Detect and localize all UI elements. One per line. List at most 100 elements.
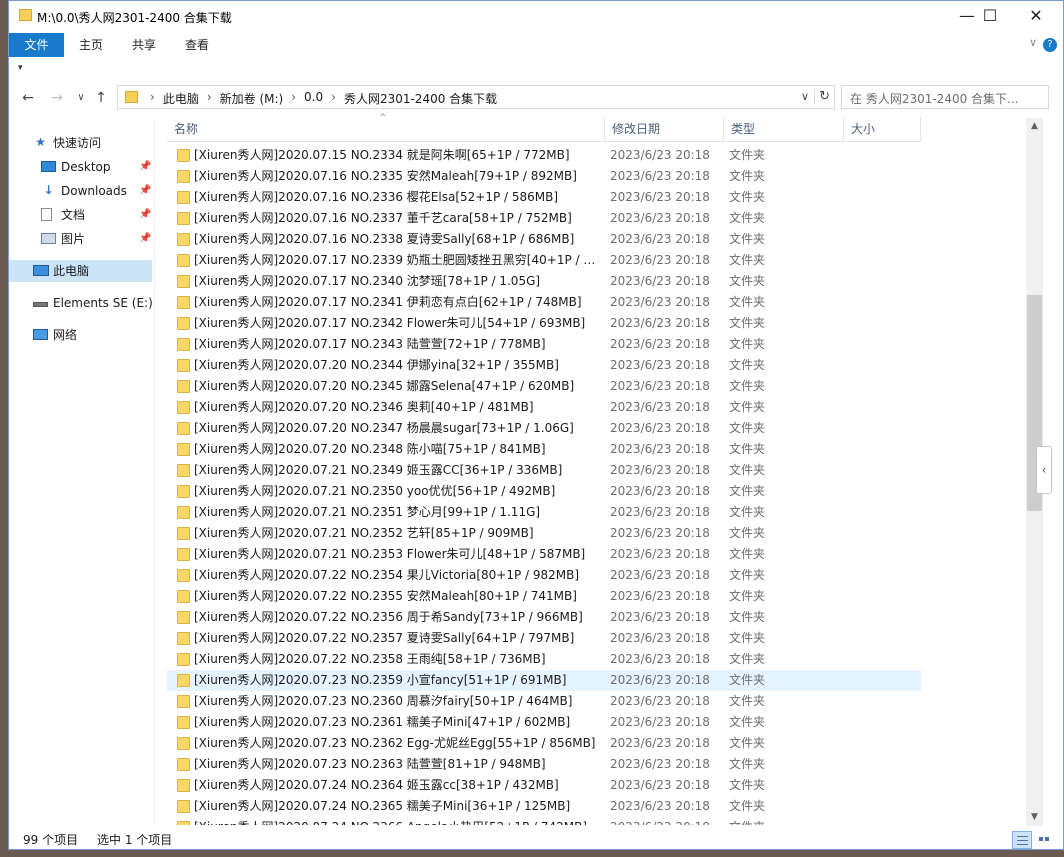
sidebar-item-network[interactable]: 网络	[9, 324, 152, 346]
table-row[interactable]: [Xiuren秀人网]2020.07.21 NO.2349 姬玉露CC[36+1…	[167, 460, 921, 481]
computer-icon	[33, 265, 49, 276]
file-name: [Xiuren秀人网]2020.07.16 NO.2335 安然Maleah[7…	[194, 169, 577, 183]
up-icon[interactable]: ↑	[91, 88, 111, 108]
title-bar[interactable]: M:\0.0\秀人网2301-2400 合集下载 — ☐ ✕	[9, 1, 1063, 31]
file-type: 文件夹	[729, 421, 766, 435]
column-header-date[interactable]: 修改日期	[605, 117, 724, 141]
file-type: 文件夹	[729, 463, 766, 477]
table-row[interactable]: [Xiuren秀人网]2020.07.16 NO.2337 董千艺cara[58…	[167, 208, 921, 229]
address-bar[interactable]: › 此电脑 › 新加卷 (M:) › 0.0 › 秀人网2301-2400 合集…	[117, 85, 835, 109]
table-row[interactable]: [Xiuren秀人网]2020.07.17 NO.2343 陆萱萱[72+1P …	[167, 334, 921, 355]
explorer-window: M:\0.0\秀人网2301-2400 合集下载 — ☐ ✕ 文件 主页 共享 …	[8, 0, 1064, 850]
table-row[interactable]: [Xiuren秀人网]2020.07.23 NO.2360 周慕汐fairy[5…	[167, 691, 921, 712]
file-name: [Xiuren秀人网]2020.07.22 NO.2356 周于希Sandy[7…	[194, 610, 583, 624]
folder-icon	[177, 338, 190, 351]
table-row[interactable]: [Xiuren秀人网]2020.07.15 NO.2334 就是阿朱啊[65+1…	[167, 145, 921, 166]
table-row[interactable]: [Xiuren秀人网]2020.07.23 NO.2359 小宣fancy[51…	[167, 670, 921, 691]
breadcrumb-current[interactable]: 秀人网2301-2400 合集下载	[344, 90, 497, 107]
sidebar-item-pictures[interactable]: 图片 📌	[9, 228, 152, 250]
column-header-row: ^ 名称 修改日期 类型 大小	[167, 113, 921, 142]
folder-icon	[177, 674, 190, 687]
table-row[interactable]: [Xiuren秀人网]2020.07.16 NO.2338 夏诗雯Sally[6…	[167, 229, 921, 250]
table-row[interactable]: [Xiuren秀人网]2020.07.21 NO.2351 梦心月[99+1P …	[167, 502, 921, 523]
details-view-button[interactable]	[1012, 831, 1032, 849]
column-header-size[interactable]: 大小	[844, 117, 921, 141]
breadcrumb-this-pc[interactable]: 此电脑	[163, 90, 199, 107]
table-row[interactable]: [Xiuren秀人网]2020.07.20 NO.2348 陈小喵[75+1P …	[167, 439, 921, 460]
back-icon[interactable]: ←	[18, 88, 38, 108]
customize-toolbar-icon[interactable]: ▾	[18, 63, 23, 73]
table-row[interactable]: [Xiuren秀人网]2020.07.17 NO.2341 伊莉恋有点白[62+…	[167, 292, 921, 313]
table-row[interactable]: [Xiuren秀人网]2020.07.21 NO.2353 Flower朱可儿[…	[167, 544, 921, 565]
table-row[interactable]: [Xiuren秀人网]2020.07.24 NO.2365 糯美子Mini[36…	[167, 796, 921, 817]
recent-locations-icon[interactable]: ∨	[71, 88, 91, 108]
forward-icon[interactable]: →	[47, 88, 67, 108]
tab-view[interactable]: 查看	[177, 33, 217, 57]
pin-icon: 📌	[139, 161, 152, 172]
table-row[interactable]: [Xiuren秀人网]2020.07.24 NO.2364 姬玉露cc[38+1…	[167, 775, 921, 796]
table-row[interactable]: [Xiuren秀人网]2020.07.17 NO.2339 奶瓶土肥圆矮挫丑黑穷…	[167, 250, 921, 271]
file-type: 文件夹	[729, 358, 766, 372]
file-date: 2023/6/23 20:18	[610, 400, 710, 414]
folder-icon	[177, 401, 190, 414]
folder-icon	[19, 9, 32, 21]
file-date: 2023/6/23 20:18	[610, 568, 710, 582]
sidebar-item-documents[interactable]: 文档 📌	[9, 204, 152, 226]
column-header-type[interactable]: 类型	[724, 117, 844, 141]
maximize-button[interactable]: ☐	[967, 1, 1013, 31]
file-name: [Xiuren秀人网]2020.07.22 NO.2358 王雨纯[58+1P …	[194, 652, 546, 666]
refresh-icon[interactable]: ↻	[814, 89, 830, 104]
table-row[interactable]: [Xiuren秀人网]2020.07.20 NO.2347 杨晨晨sugar[7…	[167, 418, 921, 439]
table-row[interactable]: [Xiuren秀人网]2020.07.16 NO.2336 樱花Elsa[52+…	[167, 187, 921, 208]
sidebar-item-this-pc[interactable]: 此电脑	[9, 260, 152, 282]
tab-home[interactable]: 主页	[71, 33, 111, 57]
tab-share[interactable]: 共享	[124, 33, 164, 57]
table-row[interactable]: [Xiuren秀人网]2020.07.22 NO.2357 夏诗雯Sally[6…	[167, 628, 921, 649]
file-name: [Xiuren秀人网]2020.07.16 NO.2337 董千艺cara[58…	[194, 211, 572, 225]
sidebar-item-label: 网络	[53, 328, 78, 342]
file-name: [Xiuren秀人网]2020.07.23 NO.2363 陆萱萱[81+1P …	[194, 757, 546, 771]
collapse-panel-button[interactable]: ‹	[1036, 446, 1052, 494]
table-row[interactable]: [Xiuren秀人网]2020.07.21 NO.2352 艺轩[85+1P /…	[167, 523, 921, 544]
folder-icon	[177, 485, 190, 498]
table-row[interactable]: [Xiuren秀人网]2020.07.22 NO.2354 果儿Victoria…	[167, 565, 921, 586]
table-row[interactable]: [Xiuren秀人网]2020.07.20 NO.2346 奥莉[40+1P /…	[167, 397, 921, 418]
breadcrumb-folder[interactable]: 0.0	[304, 90, 323, 107]
network-icon	[33, 329, 48, 340]
file-date: 2023/6/23 20:18	[610, 211, 710, 225]
pane-divider[interactable]	[154, 119, 155, 822]
file-type: 文件夹	[729, 232, 766, 246]
file-date: 2023/6/23 20:18	[610, 778, 710, 792]
table-row[interactable]: [Xiuren秀人网]2020.07.23 NO.2363 陆萱萱[81+1P …	[167, 754, 921, 775]
close-button[interactable]: ✕	[1013, 1, 1059, 31]
quick-access-toolbar: ▾	[9, 57, 1063, 81]
sidebar-item-downloads[interactable]: ↓ Downloads 📌	[9, 180, 152, 202]
table-row[interactable]: [Xiuren秀人网]2020.07.20 NO.2345 娜露Selena[4…	[167, 376, 921, 397]
selection-count: 选中 1 个项目	[97, 833, 173, 847]
table-row[interactable]: [Xiuren秀人网]2020.07.21 NO.2350 yoo优优[56+1…	[167, 481, 921, 502]
help-icon[interactable]: ?	[1043, 38, 1057, 52]
sidebar-item-quick-access[interactable]: ★ 快速访问	[9, 132, 152, 154]
table-row[interactable]: [Xiuren秀人网]2020.07.23 NO.2361 糯美子Mini[47…	[167, 712, 921, 733]
chevron-down-icon[interactable]: ∨	[801, 90, 809, 103]
scroll-down-icon[interactable]: ▼	[1026, 809, 1043, 826]
table-row[interactable]: [Xiuren秀人网]2020.07.22 NO.2358 王雨纯[58+1P …	[167, 649, 921, 670]
large-icons-view-button[interactable]	[1034, 831, 1054, 849]
table-row[interactable]: [Xiuren秀人网]2020.07.22 NO.2356 周于希Sandy[7…	[167, 607, 921, 628]
column-header-name[interactable]: 名称	[167, 117, 605, 141]
table-row[interactable]: [Xiuren秀人网]2020.07.22 NO.2355 安然Maleah[8…	[167, 586, 921, 607]
breadcrumb-drive[interactable]: 新加卷 (M:)	[220, 90, 284, 107]
table-row[interactable]: [Xiuren秀人网]2020.07.17 NO.2342 Flower朱可儿[…	[167, 313, 921, 334]
table-row[interactable]: [Xiuren秀人网]2020.07.20 NO.2344 伊娜yina[32+…	[167, 355, 921, 376]
file-name: [Xiuren秀人网]2020.07.21 NO.2349 姬玉露CC[36+1…	[194, 463, 563, 477]
ribbon-expand-icon[interactable]: ∨	[1029, 36, 1037, 49]
search-input[interactable]: 在 秀人网2301-2400 合集下...	[841, 85, 1049, 109]
sidebar-item-drive-e[interactable]: Elements SE (E:)	[9, 292, 153, 314]
table-row[interactable]: [Xiuren秀人网]2020.07.24 NO.2366 Angela小热巴[…	[167, 817, 921, 825]
table-row[interactable]: [Xiuren秀人网]2020.07.16 NO.2335 安然Maleah[7…	[167, 166, 921, 187]
scroll-up-icon[interactable]: ▲	[1026, 118, 1043, 135]
sidebar-item-desktop[interactable]: Desktop 📌	[9, 156, 152, 178]
table-row[interactable]: [Xiuren秀人网]2020.07.17 NO.2340 沈梦瑶[78+1P …	[167, 271, 921, 292]
table-row[interactable]: [Xiuren秀人网]2020.07.23 NO.2362 Egg-尤妮丝Egg…	[167, 733, 921, 754]
tab-file[interactable]: 文件	[9, 33, 64, 57]
